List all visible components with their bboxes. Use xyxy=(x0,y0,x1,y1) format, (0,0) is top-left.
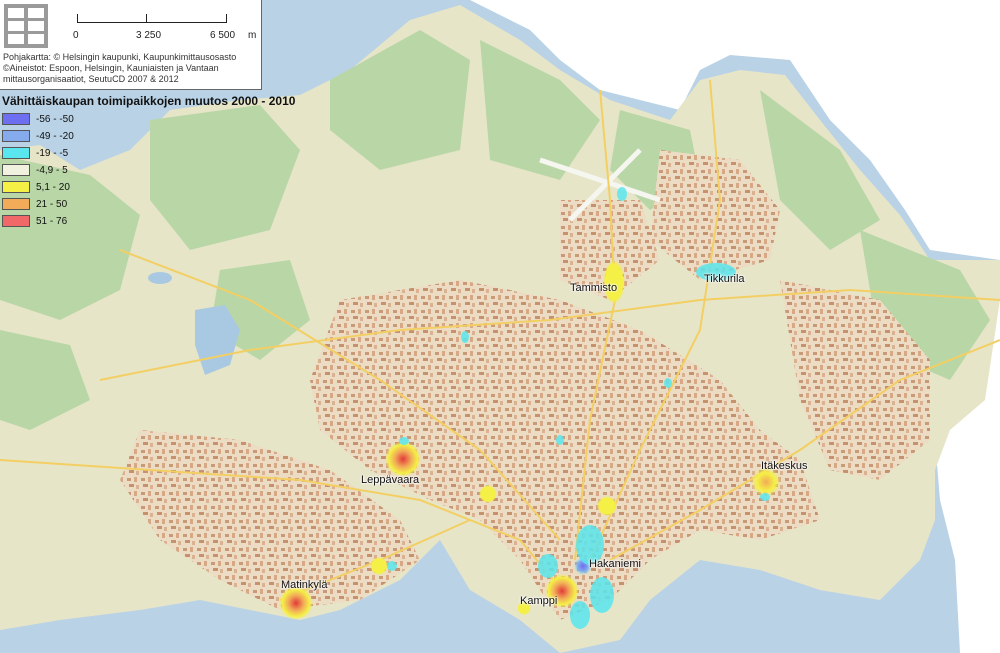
scale-unit: m xyxy=(248,30,257,41)
legend-item: -19 - -5 xyxy=(2,147,302,161)
place-label-tammisto: Tammisto xyxy=(570,282,618,294)
legend-swatch xyxy=(2,130,30,142)
legend-item: 5,1 - 20 xyxy=(2,181,302,195)
legend-label: 51 - 76 xyxy=(36,216,68,227)
legend-item: 21 - 50 xyxy=(2,198,302,212)
legend-label: -19 - -5 xyxy=(36,148,69,159)
marker-yellow-3 xyxy=(370,557,388,575)
city-logo xyxy=(4,4,48,48)
place-label-tikkurila: Tikkurila xyxy=(704,273,745,285)
legend-item: -56 - -50 xyxy=(2,113,302,127)
legend-item: 51 - 76 xyxy=(2,215,302,229)
place-label-leppavaara: Leppävaara xyxy=(361,474,420,486)
legend-label: -49 - -20 xyxy=(36,131,74,142)
marker-yellow-1 xyxy=(479,485,497,503)
legend-item: -4,9 - 5 xyxy=(2,164,302,178)
legend-label: -4,9 - 5 xyxy=(36,165,68,176)
place-label-matinkyla: Matinkylä xyxy=(281,579,328,591)
credit-line: ©Aineistot: Espoon, Helsingin, Kauniaist… xyxy=(3,63,219,73)
scale-label-mid: 3 250 xyxy=(136,30,162,41)
credit-line: Pohjakartta: © Helsingin kaupunki, Kaupu… xyxy=(3,52,237,62)
scale-label-max: 6 500 xyxy=(210,30,236,41)
scale-bar: 0 3 250 6 500 m xyxy=(72,8,262,48)
legend-label: 21 - 50 xyxy=(36,199,68,210)
map-info-box: 0 3 250 6 500 m Pohjakartta: © Helsingin… xyxy=(0,0,262,90)
map-credits: Pohjakartta: © Helsingin kaupunki, Kaupu… xyxy=(3,52,261,85)
map-legend: Vähittäiskaupan toimipaikkojen muutos 20… xyxy=(2,94,302,232)
place-label-kamppi: Kamppi xyxy=(520,595,558,607)
marker-leppavaara xyxy=(385,441,421,477)
legend-swatch xyxy=(2,113,30,125)
marker-matinkyla xyxy=(279,586,313,620)
legend-swatch xyxy=(2,181,30,193)
legend-item: -49 - -20 xyxy=(2,130,302,144)
legend-swatch xyxy=(2,215,30,227)
place-label-hakaniemi: Hakaniemi xyxy=(589,558,641,570)
place-label-itakeskus: Itäkeskus xyxy=(761,460,808,472)
marker-yellow-2 xyxy=(597,496,617,516)
legend-swatch xyxy=(2,147,30,159)
legend-swatch xyxy=(2,164,30,176)
legend-title: Vähittäiskaupan toimipaikkojen muutos 20… xyxy=(2,94,296,108)
scale-label-0: 0 xyxy=(73,30,79,41)
legend-swatch xyxy=(2,198,30,210)
legend-label: 5,1 - 20 xyxy=(36,182,70,193)
legend-label: -56 - -50 xyxy=(36,114,74,125)
credit-line: mittausorganisaatiot, SeutuCD 2007 & 201… xyxy=(3,74,179,84)
